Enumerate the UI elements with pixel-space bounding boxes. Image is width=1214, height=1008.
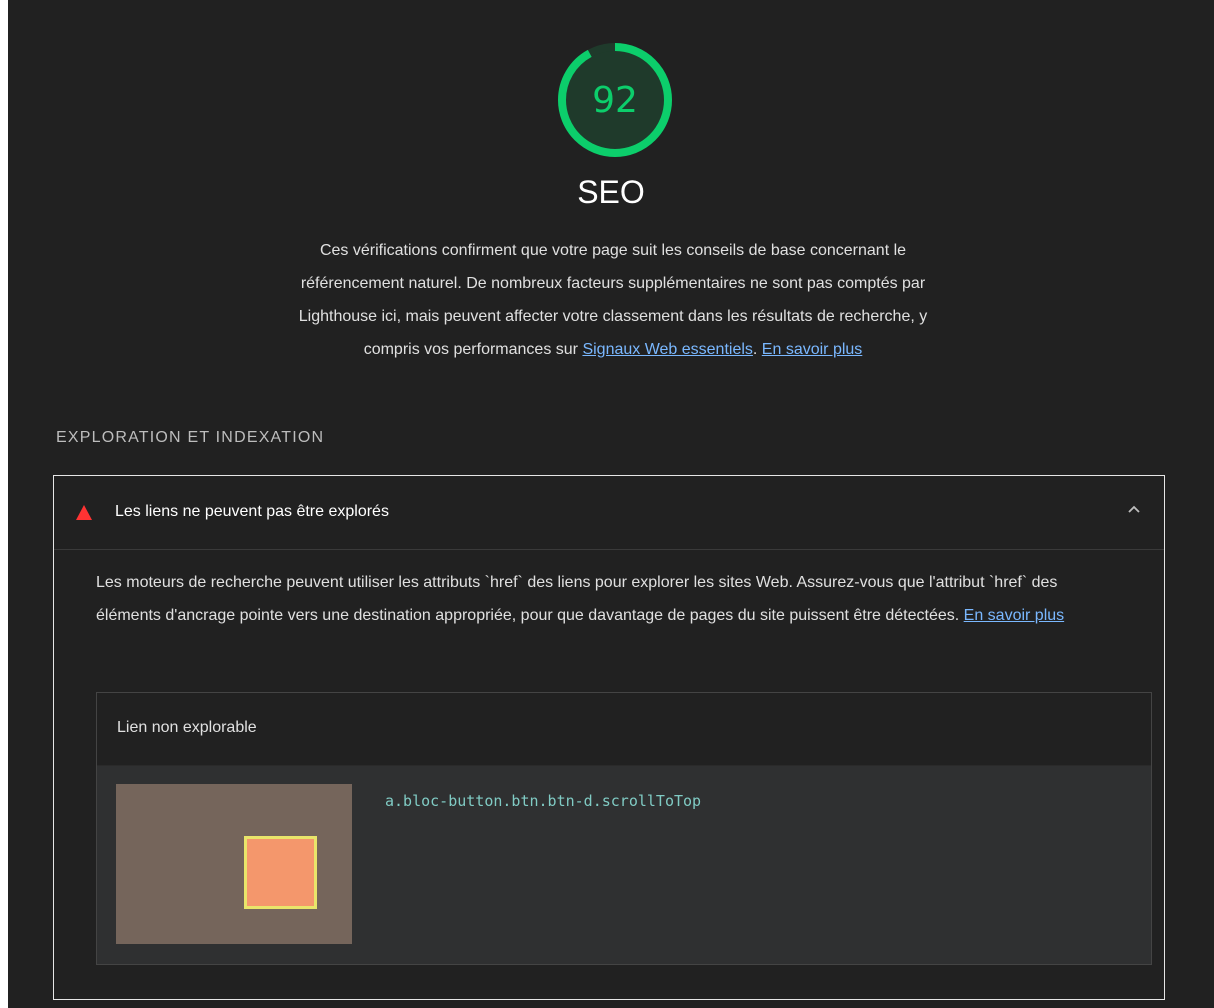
score-gauge: 92 xyxy=(553,38,677,162)
element-selector[interactable]: a.bloc-button.btn.btn-d.scrollToTop xyxy=(385,792,701,810)
core-web-vitals-link[interactable]: Signaux Web essentiels xyxy=(582,341,752,358)
score-value: 92 xyxy=(592,79,638,121)
audit-title: Les liens ne peuvent pas être explorés xyxy=(115,503,389,520)
group-title: EXPLORATION ET INDEXATION xyxy=(56,429,325,446)
table-row[interactable]: a.bloc-button.btn.btn-d.scrollToTop xyxy=(97,766,1151,964)
element-highlight-box xyxy=(244,836,317,909)
category-title: SEO xyxy=(577,174,645,210)
audit-learn-more-link[interactable]: En savoir plus xyxy=(964,607,1065,624)
audit-header[interactable]: Les liens ne peuvent pas être explorés xyxy=(54,476,1164,550)
audit-description: Les moteurs de recherche peuvent utilise… xyxy=(96,566,1116,632)
lighthouse-report-panel: 92 SEO Ces vérifications confirment que … xyxy=(8,0,1214,1008)
category-description-separator: . xyxy=(752,341,762,358)
chevron-up-icon[interactable] xyxy=(1124,500,1144,520)
category-learn-more-link[interactable]: En savoir plus xyxy=(762,341,863,358)
table-header: Lien non explorable xyxy=(97,693,1151,766)
audit-description-text: Les moteurs de recherche peuvent utilise… xyxy=(96,574,1058,624)
column-header-uncrawlable-link: Lien non explorable xyxy=(117,719,257,736)
audit-crawlable-anchors: Les liens ne peuvent pas être explorés L… xyxy=(53,475,1165,1000)
audit-details-table: Lien non explorable a.bloc-button.btn.bt… xyxy=(96,692,1152,965)
element-screenshot-thumbnail[interactable] xyxy=(116,784,352,944)
fail-triangle-icon xyxy=(76,505,92,520)
category-description: Ces vérifications confirment que votre p… xyxy=(298,234,928,366)
